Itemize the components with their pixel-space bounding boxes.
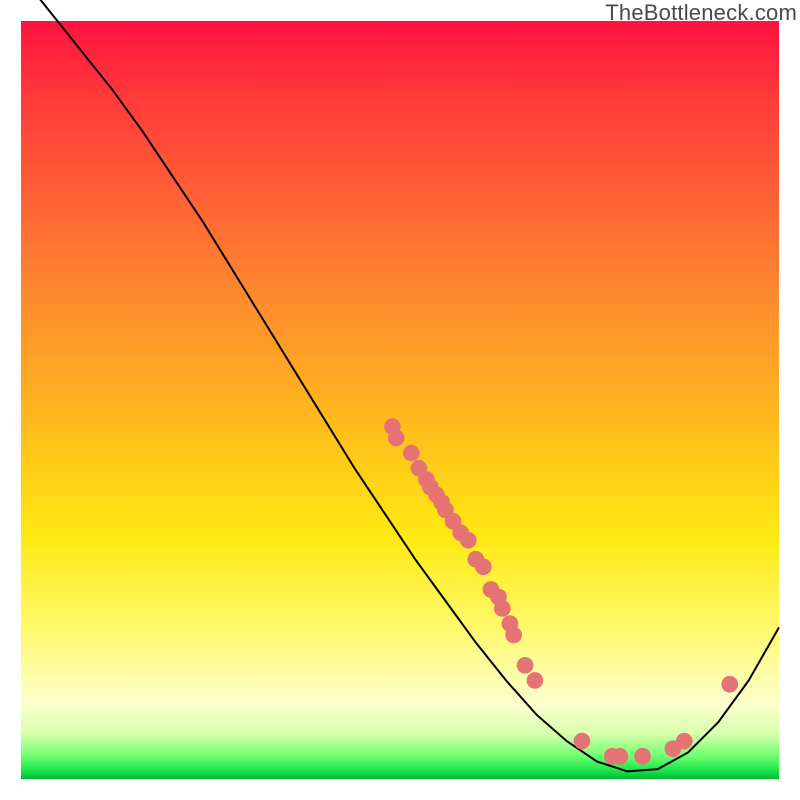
chart-container: TheBottleneck.com xyxy=(0,0,800,800)
data-point xyxy=(676,733,693,750)
data-point xyxy=(611,748,628,765)
data-point xyxy=(505,627,522,644)
data-point xyxy=(527,672,544,689)
watermark-text: TheBottleneck.com xyxy=(605,0,797,26)
data-point xyxy=(475,558,492,575)
data-point xyxy=(517,657,534,674)
data-point xyxy=(574,733,591,750)
chart-svg xyxy=(21,21,779,779)
data-point xyxy=(634,748,651,765)
data-point xyxy=(403,445,420,462)
curve-layer xyxy=(21,0,779,771)
data-point xyxy=(494,600,511,617)
data-point xyxy=(460,532,477,549)
points-layer xyxy=(384,418,738,764)
bottleneck-curve xyxy=(21,0,779,771)
data-point xyxy=(721,676,738,693)
data-point xyxy=(388,430,405,447)
